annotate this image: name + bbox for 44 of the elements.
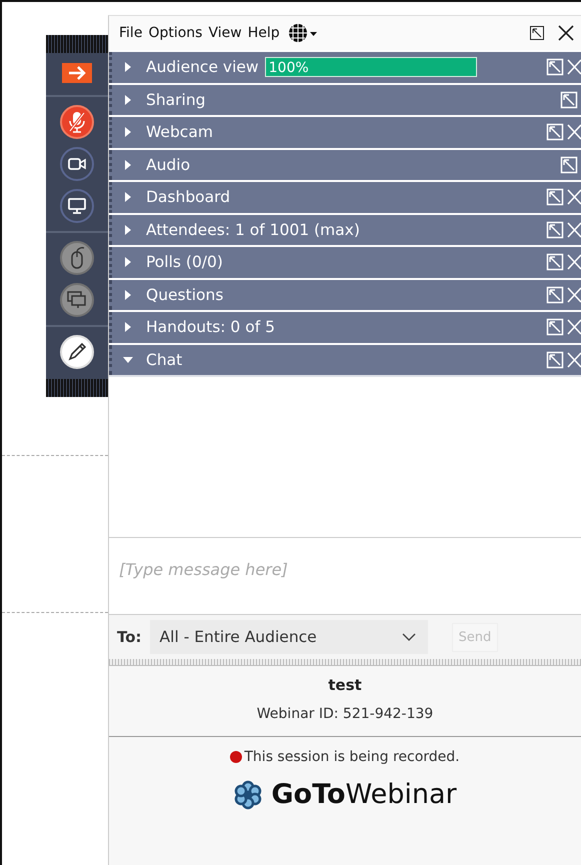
panel-title: Sharing: [146, 90, 206, 109]
panel-title: Questions: [146, 286, 224, 304]
globe-icon[interactable]: [288, 23, 318, 43]
menu-item[interactable]: Options: [148, 25, 202, 41]
monitor-icon: [67, 197, 87, 215]
pop-out-icon[interactable]: [529, 25, 545, 41]
panel-title: Dashboard: [146, 188, 230, 206]
pencil-icon: [66, 341, 88, 363]
panel-header[interactable]: Audio: [109, 150, 581, 180]
recording-dot-icon: [230, 751, 242, 763]
splitter-handle[interactable]: [109, 659, 581, 666]
microphone-button[interactable]: [60, 105, 94, 139]
menu-item[interactable]: File: [119, 25, 142, 41]
meter-reading: 100%: [268, 60, 309, 76]
menu-item[interactable]: Help: [248, 25, 280, 41]
recipient-dropdown[interactable]: All - Entire Audience: [150, 620, 428, 654]
pen-button[interactable]: [60, 335, 94, 369]
screen-button[interactable]: [60, 189, 94, 223]
close-icon[interactable]: [557, 24, 575, 42]
panel-title: Webcam: [146, 123, 213, 142]
to-label: To:: [117, 628, 142, 646]
grip-handle[interactable]: [46, 35, 108, 53]
menu-item[interactable]: View: [208, 25, 242, 41]
recording-notice: This session is being recorded.: [244, 749, 460, 765]
panel-header[interactable]: Sharing: [109, 84, 581, 115]
logo-text: GoToWebinar: [271, 779, 457, 810]
chevron-down-icon: [402, 632, 416, 642]
grip-handle[interactable]: [46, 379, 108, 397]
webcam-icon: [67, 156, 87, 172]
panel-title: Audio: [146, 156, 190, 174]
webcam-button[interactable]: [60, 147, 94, 181]
arrow-right-icon: [62, 63, 92, 83]
webinar-id: Webinar ID: 521-942-139: [256, 706, 434, 722]
microphone-muted-icon: [67, 110, 87, 134]
monitors-icon: [66, 290, 88, 310]
panel-title: Audience view: [146, 58, 259, 76]
panel-title: Polls (0/0): [146, 253, 223, 272]
panel-title: Attendees: 1 of 1001 (max): [146, 220, 360, 239]
flower-logo-icon: [233, 780, 264, 810]
panel-title: Chat: [146, 350, 182, 369]
webinar-title: test: [328, 676, 362, 694]
message-input[interactable]: [Type message here]: [109, 537, 581, 615]
collapse-button[interactable]: [62, 63, 92, 83]
panel-title: Handouts: 0 of 5: [146, 318, 275, 336]
